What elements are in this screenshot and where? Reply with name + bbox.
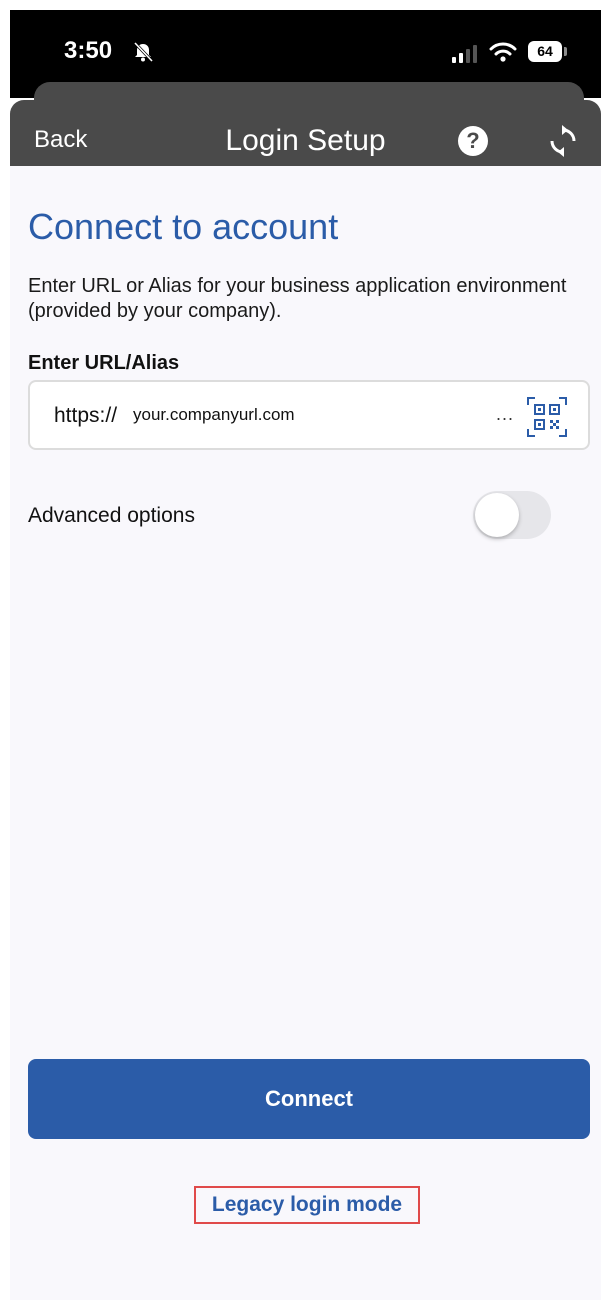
bell-slash-icon bbox=[133, 41, 154, 63]
url-input[interactable] bbox=[133, 400, 473, 430]
wifi-icon bbox=[489, 42, 517, 62]
heading: Connect to account bbox=[28, 206, 339, 247]
url-field[interactable]: https:// ... bbox=[28, 380, 590, 450]
legacy-login-link[interactable]: Legacy login mode bbox=[194, 1186, 420, 1224]
url-field-label: Enter URL/Alias bbox=[28, 352, 180, 374]
advanced-options-toggle[interactable] bbox=[473, 491, 551, 539]
description: Enter URL or Alias for your business app… bbox=[28, 275, 567, 322]
main-content: Connect to account Enter URL or Alias fo… bbox=[10, 166, 601, 1300]
advanced-options-label: Advanced options bbox=[28, 504, 195, 527]
nav-bar: Back Login Setup ? bbox=[10, 100, 601, 166]
refresh-icon[interactable] bbox=[546, 124, 580, 158]
status-time: 3:50 bbox=[64, 37, 113, 64]
battery-tip bbox=[564, 47, 567, 56]
page-title: Login Setup bbox=[225, 124, 386, 157]
more-icon[interactable]: ... bbox=[496, 404, 514, 425]
signal-icon bbox=[452, 45, 477, 63]
help-icon[interactable]: ? bbox=[458, 126, 488, 156]
qr-scan-icon[interactable] bbox=[526, 396, 568, 438]
connect-button[interactable]: Connect bbox=[28, 1059, 590, 1139]
toggle-knob bbox=[475, 493, 519, 537]
battery-icon: 64 bbox=[528, 41, 562, 62]
url-prefix: https:// bbox=[54, 404, 118, 427]
